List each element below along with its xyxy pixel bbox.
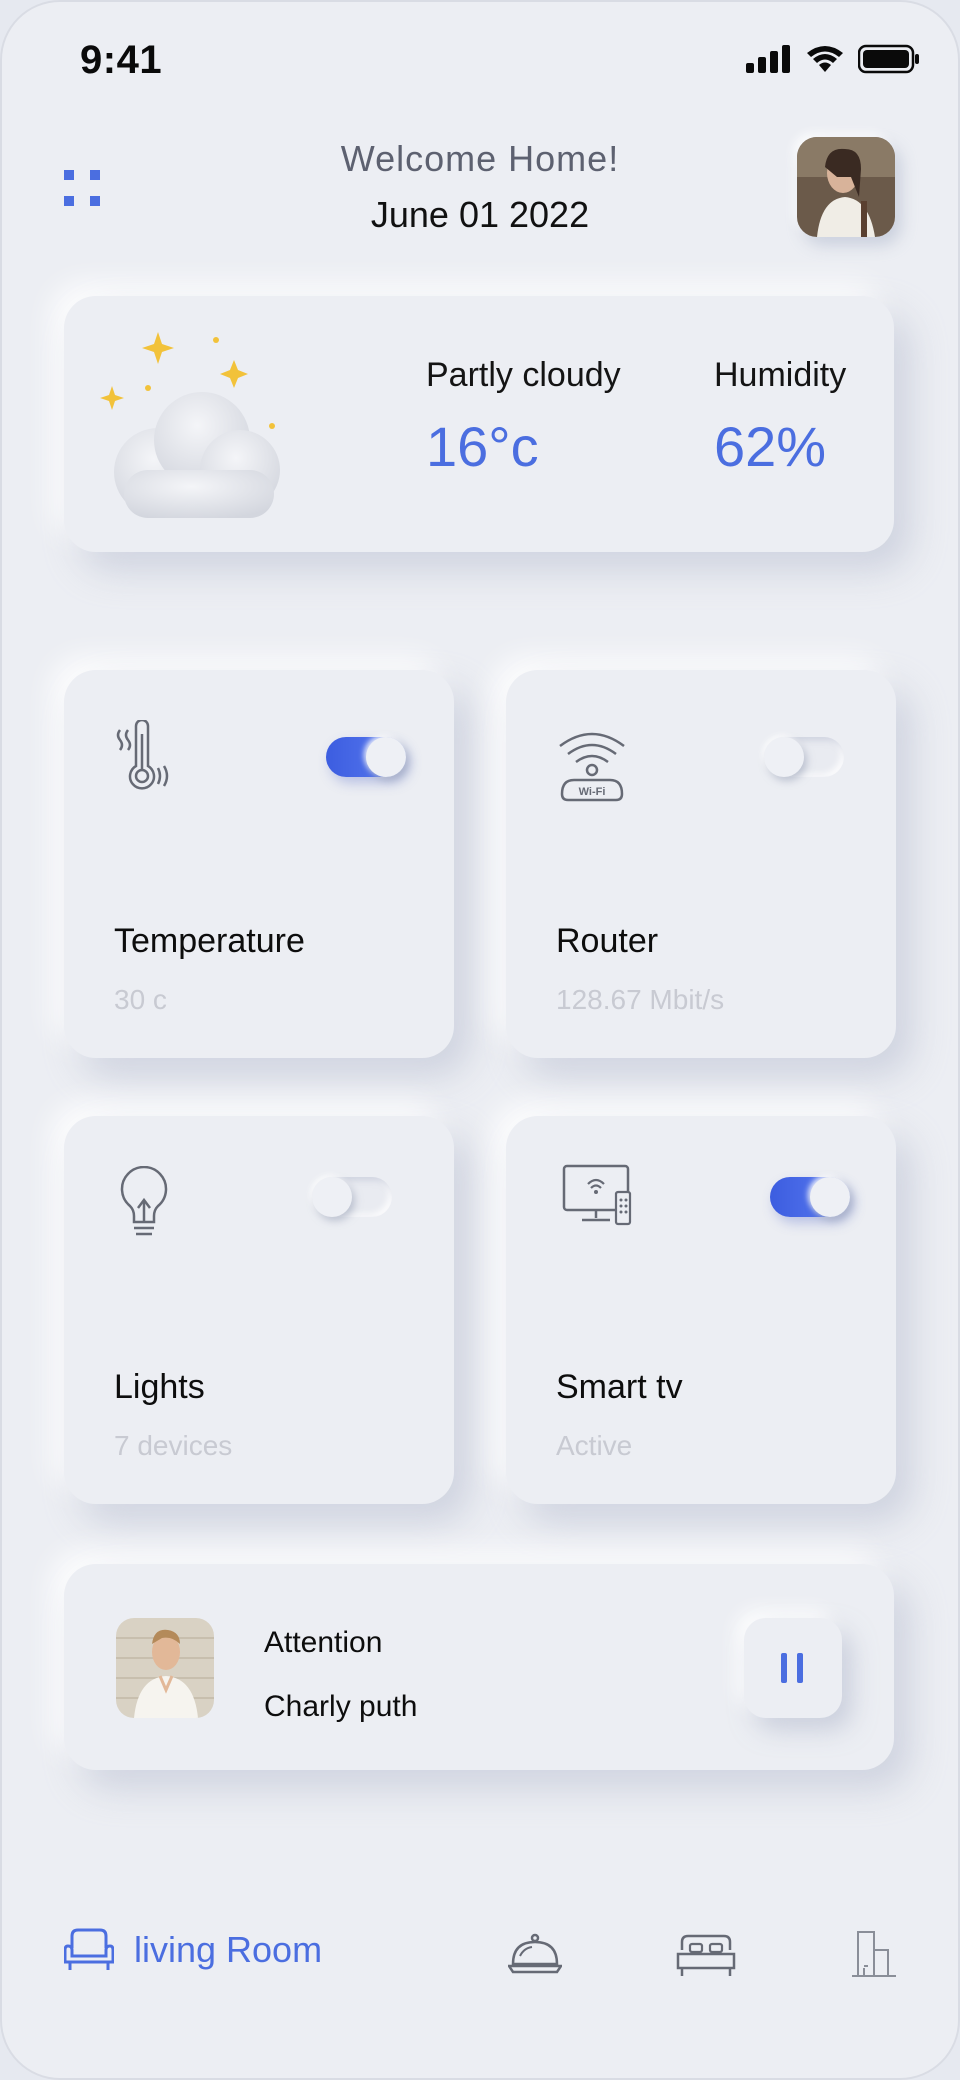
humidity-label: Humidity — [714, 356, 847, 394]
device-title: Smart tv — [556, 1368, 683, 1406]
device-title: Temperature — [114, 922, 305, 960]
wifi-router-icon-text: Wi-Fi — [579, 786, 606, 798]
user-avatar[interactable] — [797, 137, 895, 237]
thermometer-icon — [116, 720, 169, 790]
nav-item-living-room[interactable]: living Room — [64, 1928, 322, 1972]
device-card-router[interactable]: Wi-Fi Router 128.67 Mbit/s — [506, 670, 896, 1058]
device-subtitle: 128.67 Mbit/s — [556, 984, 725, 1015]
building-icon[interactable] — [852, 1928, 896, 1978]
pause-button[interactable] — [744, 1618, 842, 1718]
phone-screen: 9:41 Welcome Home! June 01 2022 Partly c… — [0, 0, 960, 2080]
smart-tv-toggle[interactable] — [770, 1177, 850, 1217]
song-title: Attention — [264, 1626, 383, 1659]
battery-icon — [858, 44, 919, 74]
router-toggle[interactable] — [764, 737, 844, 777]
night-cloud-icon — [100, 324, 284, 518]
bed-icon[interactable] — [676, 1934, 736, 1978]
sofa-icon — [64, 1928, 114, 1970]
cellular-signal-icon — [746, 45, 790, 73]
wifi-router-icon: Wi-Fi — [559, 732, 625, 802]
temperature-toggle[interactable] — [326, 737, 406, 777]
weather-card: Partly cloudy 16°c Humidity 62% — [64, 296, 894, 552]
music-player-card: Attention Charly puth — [64, 1564, 894, 1770]
device-title: Lights — [114, 1368, 205, 1406]
album-artwork[interactable] — [116, 1618, 214, 1718]
device-card-lights[interactable]: Lights 7 devices — [64, 1116, 454, 1504]
device-card-smart-tv[interactable]: Smart tv Active — [506, 1116, 896, 1504]
smart-tv-icon — [562, 1164, 632, 1226]
light-bulb-icon — [120, 1166, 168, 1236]
device-title: Router — [556, 922, 659, 960]
nav-active-label: living Room — [134, 1929, 323, 1970]
status-icons — [746, 44, 920, 74]
bottom-navigation: living Room — [0, 1928, 960, 1988]
device-card-temperature[interactable]: Temperature 30 c — [64, 670, 454, 1058]
pause-icon — [781, 1653, 803, 1683]
artist-name: Charly puth — [264, 1690, 418, 1723]
device-subtitle: 30 c — [114, 984, 167, 1015]
device-subtitle: 7 devices — [114, 1430, 233, 1461]
lights-toggle[interactable] — [312, 1177, 392, 1217]
device-subtitle: Active — [556, 1430, 633, 1461]
temperature-value: 16°c — [426, 415, 539, 478]
status-time: 9:41 — [80, 38, 163, 82]
wifi-icon — [807, 46, 843, 72]
humidity-value: 62% — [714, 415, 827, 478]
cloche-icon[interactable] — [508, 1932, 562, 1976]
weather-condition-label: Partly cloudy — [426, 356, 621, 394]
